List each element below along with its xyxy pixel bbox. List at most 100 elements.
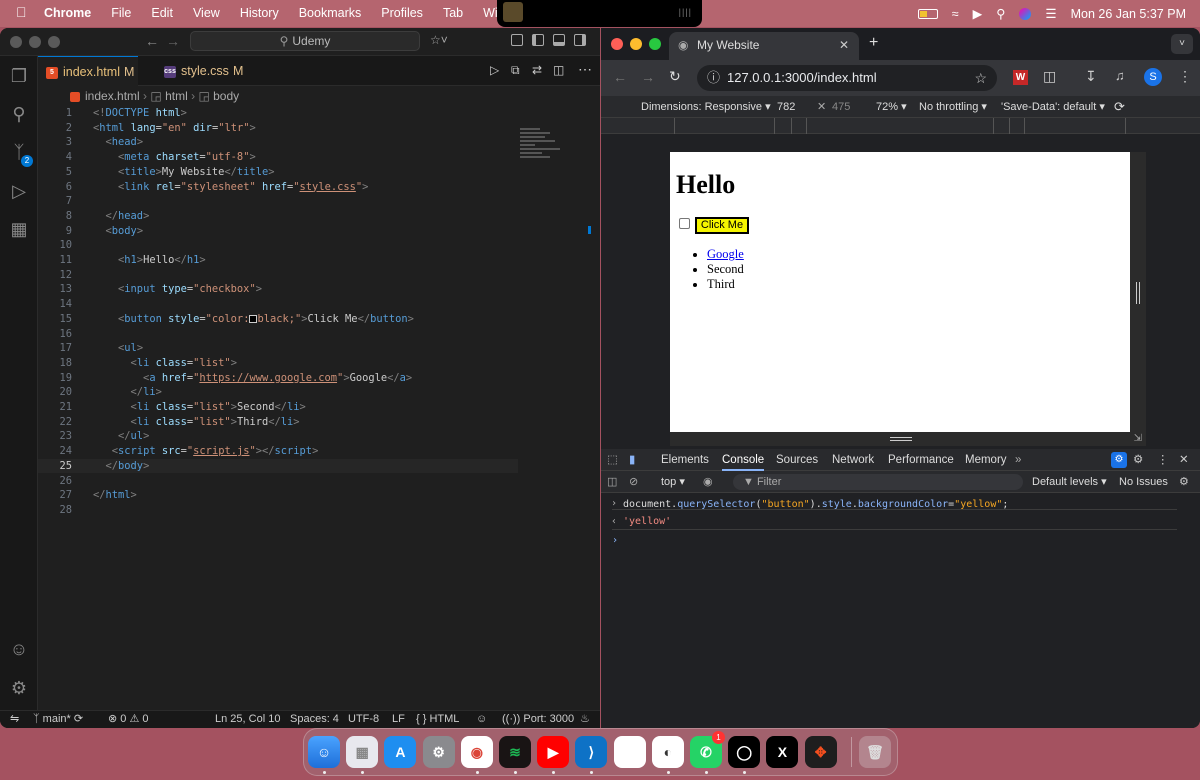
menu-kebab-icon[interactable]: ⋮ bbox=[1178, 68, 1192, 85]
code-line[interactable]: 12 bbox=[38, 268, 518, 283]
menu-item-view[interactable]: View bbox=[193, 6, 220, 20]
code-line[interactable]: 9 <body> bbox=[38, 224, 518, 239]
battery-icon[interactable] bbox=[917, 8, 938, 19]
code-line[interactable]: 24 <script src="script.js"></script> bbox=[38, 444, 518, 459]
gear-icon[interactable]: ⚙ bbox=[1133, 449, 1143, 471]
code-line[interactable]: 23 </ul> bbox=[38, 429, 518, 444]
code-line[interactable]: 14 bbox=[38, 297, 518, 312]
width-input[interactable]: 782 bbox=[777, 96, 795, 118]
menu-item-tab[interactable]: Tab bbox=[443, 6, 463, 20]
click-me-button[interactable]: Click Me bbox=[695, 217, 749, 234]
menu-item-history[interactable]: History bbox=[240, 6, 279, 20]
wifi-icon[interactable]: ≈ bbox=[952, 7, 959, 21]
vs-code-icon[interactable]: ⟩ bbox=[575, 736, 608, 768]
tab-my-website[interactable]: ◉ My Website ✕ bbox=[669, 32, 859, 60]
new-tab-button[interactable]: + bbox=[869, 34, 878, 52]
toggle-panel-icon[interactable] bbox=[553, 34, 565, 46]
code-line[interactable]: 4 <meta charset="utf-8"> bbox=[38, 150, 518, 165]
sidebar-toggle-icon[interactable]: ◫ bbox=[607, 471, 617, 493]
tab-memory[interactable]: Memory bbox=[965, 449, 1007, 471]
extension-w-icon[interactable]: W bbox=[1013, 70, 1028, 85]
zoom-select[interactable]: 72% ▾ bbox=[876, 96, 907, 118]
cursor-position[interactable]: Ln 25, Col 10 bbox=[215, 711, 280, 728]
code-line[interactable]: 22 <li class="list">Third</li> bbox=[38, 415, 518, 430]
google-link[interactable]: Google bbox=[707, 247, 744, 261]
clock[interactable]: Mon 26 Jan 5:37 PM bbox=[1071, 7, 1186, 21]
reload-icon[interactable]: ↻ bbox=[669, 68, 681, 85]
code-line[interactable]: 10 bbox=[38, 238, 518, 253]
apple-icon[interactable]:  bbox=[16, 4, 27, 20]
menu-item-bookmarks[interactable]: Bookmarks bbox=[299, 6, 362, 20]
code-line[interactable]: 18 <li class="list"> bbox=[38, 356, 518, 371]
indentation[interactable]: Spaces: 4 bbox=[290, 711, 339, 728]
language-mode[interactable]: { } HTML bbox=[416, 711, 459, 728]
system-settings-icon[interactable]: ⚙ bbox=[422, 736, 455, 768]
tab-sources[interactable]: Sources bbox=[776, 449, 818, 471]
forward-arrow-icon[interactable]: → bbox=[641, 69, 655, 85]
split-editor-icon[interactable]: ◫ bbox=[553, 63, 564, 77]
close-button[interactable] bbox=[10, 36, 22, 48]
code-line[interactable]: 6 <link rel="stylesheet" href="style.css… bbox=[38, 180, 518, 195]
explorer-icon[interactable]: ❐ bbox=[9, 66, 29, 86]
search-icon[interactable]: ⚲ bbox=[9, 104, 29, 124]
console-panel[interactable]: › document.querySelector("button").style… bbox=[601, 493, 1200, 728]
inspect-element-icon[interactable]: ⬚ bbox=[607, 449, 618, 471]
code-line[interactable]: 15 <button style="color: black;">Click Me… bbox=[38, 312, 518, 327]
tab-elements[interactable]: Elements bbox=[661, 449, 709, 471]
code-line[interactable]: 25 </body> bbox=[38, 458, 518, 474]
back-arrow-icon[interactable]: ← bbox=[613, 69, 627, 85]
dimensions-select[interactable]: Dimensions: Responsive ▾ bbox=[641, 96, 771, 118]
tab-search-icon[interactable]: ˅ bbox=[1171, 34, 1193, 54]
github-icon[interactable]: ◯ bbox=[728, 736, 761, 768]
address-bar[interactable]: ⓘ 127.0.0.1:3000/index.html ☆ bbox=[697, 65, 997, 91]
code-line[interactable]: 8 </head> bbox=[38, 209, 518, 224]
search-icon[interactable]: ⚲ bbox=[996, 6, 1005, 21]
gear-icon[interactable]: ⚙ bbox=[9, 678, 29, 698]
devtools-menu-icon[interactable]: ⋮ bbox=[1157, 449, 1169, 471]
youtube-icon[interactable]: ▶ bbox=[537, 736, 570, 768]
copilot-icon[interactable]: ☆˅ bbox=[430, 33, 448, 47]
extensions-puzzle-icon[interactable]: ◫ bbox=[1043, 68, 1056, 85]
resize-corner-icon[interactable]: ⇲ bbox=[1134, 433, 1142, 444]
breadcrumb-html[interactable]: html bbox=[165, 89, 188, 103]
code-line[interactable]: 11 <h1>Hello</h1> bbox=[38, 253, 518, 268]
back-arrow-icon[interactable]: ← bbox=[145, 33, 159, 49]
finder-icon[interactable]: ☺ bbox=[308, 736, 340, 768]
code-line[interactable]: 7 bbox=[38, 194, 518, 209]
code-line[interactable]: 19 <a href="https://www.google.com">Goog… bbox=[38, 371, 518, 386]
problems-status[interactable]: ⊗ 0 ⚠ 0 bbox=[108, 711, 149, 728]
list-item[interactable]: Google bbox=[707, 247, 744, 262]
x-icon[interactable]: X bbox=[766, 736, 799, 768]
resize-handle-bottom[interactable]: ⇲ bbox=[670, 432, 1146, 446]
tab-network[interactable]: Network bbox=[832, 449, 874, 471]
download-icon[interactable]: ↧ bbox=[1085, 68, 1097, 85]
line-ending[interactable]: LF bbox=[392, 711, 405, 728]
media-controls-icon[interactable]: ♫ bbox=[1115, 68, 1125, 83]
toggle-sidebar-icon[interactable] bbox=[532, 34, 544, 46]
notifications-icon[interactable]: ♨ bbox=[580, 711, 590, 728]
save-data-select[interactable]: 'Save-Data': default ▾ bbox=[1001, 96, 1105, 118]
play-icon[interactable]: ▶ bbox=[973, 6, 983, 21]
more-actions-icon[interactable]: ⋯ bbox=[578, 61, 592, 78]
throttling-select[interactable]: No throttling ▾ bbox=[919, 96, 987, 118]
copilot-icon[interactable]: ◐ bbox=[651, 736, 684, 768]
control-center-icon[interactable]: ☰ bbox=[1045, 6, 1056, 21]
site-info-icon[interactable]: ⓘ bbox=[707, 65, 720, 91]
branch-status[interactable]: ᛉ main* ⟳ bbox=[33, 711, 83, 728]
code-line[interactable]: 5 <title>My Website</title> bbox=[38, 165, 518, 180]
siri-icon[interactable] bbox=[1019, 7, 1032, 20]
bookmark-star-icon[interactable]: ☆ bbox=[974, 65, 987, 91]
chrome-icon[interactable]: ◉ bbox=[460, 736, 493, 768]
console-prompt[interactable]: › bbox=[612, 535, 618, 546]
forward-arrow-icon[interactable]: → bbox=[166, 33, 180, 49]
code-line[interactable]: 13 <input type="checkbox"> bbox=[38, 282, 518, 297]
run-icon[interactable]: ▷ bbox=[490, 63, 499, 77]
clear-console-icon[interactable]: ⊘ bbox=[629, 471, 638, 493]
ai-assistance-icon[interactable]: ⚙ bbox=[1111, 452, 1127, 468]
breadcrumb-body[interactable]: body bbox=[213, 89, 239, 103]
run-debug-icon[interactable]: ▷ bbox=[9, 181, 29, 201]
code-line[interactable]: 28 bbox=[38, 503, 518, 518]
compare-icon[interactable]: ⇄ bbox=[532, 63, 542, 77]
code-line[interactable]: 2 <html lang="en" dir="ltr"> bbox=[38, 121, 518, 136]
tab-console[interactable]: Console bbox=[722, 449, 765, 471]
